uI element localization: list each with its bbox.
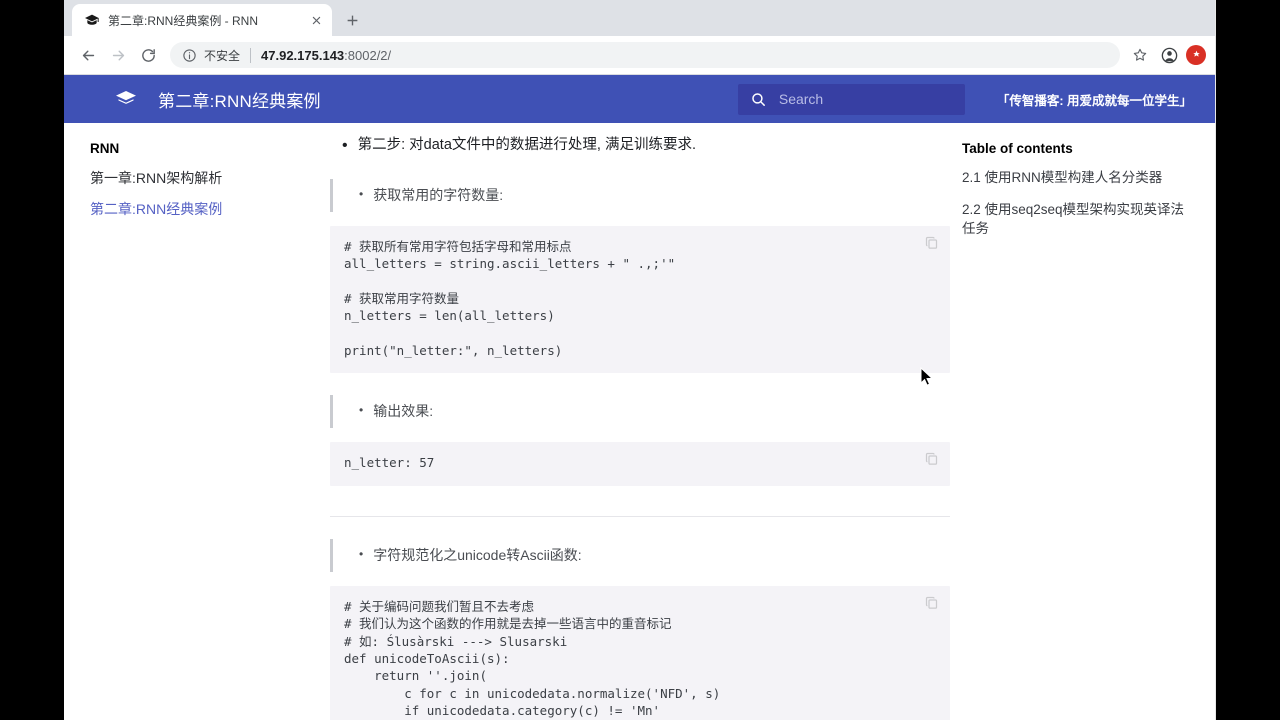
step-bullet-text: 第二步: 对data文件中的数据进行处理, 满足训练要求.: [357, 137, 696, 153]
site-header: 第二章:RNN经典案例 Search 「传智播客: 用爱成就每一位学生」: [64, 75, 1216, 123]
address-bar[interactable]: 不安全 47.92.175.143:8002/2/: [170, 42, 1120, 68]
reload-button[interactable]: [134, 41, 162, 69]
section-heading-2-row: • 输出效果:: [359, 401, 950, 422]
extension-icon[interactable]: [1186, 45, 1206, 65]
omnibox-divider: [250, 47, 252, 63]
profile-avatar-icon[interactable]: [1158, 44, 1180, 66]
section-divider: [330, 515, 950, 517]
close-icon[interactable]: [308, 12, 324, 28]
section-heading-3-row: • 字符规范化之unicode转Ascii函数:: [359, 545, 950, 566]
site-tagline: 「传智播客: 用爱成就每一位学生」: [996, 93, 1192, 108]
mkdocs-logo-icon[interactable]: [114, 87, 138, 111]
new-tab-button[interactable]: [338, 6, 366, 34]
screen: 第二章:RNN经典案例 - RNN 不安全 47.92.175.143:8002…: [0, 0, 1280, 720]
copy-icon[interactable]: [924, 595, 939, 610]
code-block-2: n_letter: 57: [330, 442, 950, 486]
section-heading-3: • 字符规范化之unicode转Ascii函数:: [330, 538, 950, 572]
section-heading-3-text: 字符规范化之unicode转Ascii函数:: [373, 546, 582, 563]
section-heading-1-row: • 获取常用的字符数量:: [359, 185, 950, 206]
header-right: Search 「传智播客: 用爱成就每一位学生」: [737, 83, 1202, 115]
bullet-dot: •: [342, 137, 348, 154]
code-block-1-text: # 获取所有常用字符包括字母和常用标点 all_letters = string…: [344, 238, 676, 358]
browser-toolbar: 不安全 47.92.175.143:8002/2/: [64, 36, 1216, 75]
page-body: RNN 第一章:RNN架构解析 第二章:RNN经典案例 • 第二步: 对data…: [64, 123, 1216, 720]
code-block-1: # 获取所有常用字符包括字母和常用标点 all_letters = string…: [330, 225, 950, 374]
toolbar-actions: [1128, 43, 1206, 67]
copy-icon[interactable]: [924, 451, 939, 466]
bullet-dot: •: [359, 186, 364, 201]
info-icon[interactable]: [182, 48, 197, 63]
search-placeholder: Search: [778, 91, 824, 107]
sidebar-title: RNN: [90, 141, 120, 156]
url-host: 47.92.175.143: [261, 47, 345, 63]
bullet-dot: •: [359, 546, 364, 561]
browser-window: 第二章:RNN经典案例 - RNN 不安全 47.92.175.143:8002…: [64, 0, 1216, 720]
bookmark-star-icon[interactable]: [1128, 43, 1152, 67]
forward-button[interactable]: [104, 41, 132, 69]
step-bullet: • 第二步: 对data文件中的数据进行处理, 满足训练要求.: [342, 135, 950, 157]
search-box[interactable]: Search: [737, 83, 965, 115]
toc-item-2-1[interactable]: 2.1 使用RNN模型构建人名分类器: [962, 168, 1192, 188]
sidebar-item-chapter2[interactable]: 第二章:RNN经典案例: [90, 200, 330, 218]
url-path: :8002/2/: [344, 47, 392, 63]
graduation-cap-favicon: [84, 12, 100, 28]
back-button[interactable]: [74, 41, 102, 69]
section-heading-2-text: 输出效果:: [373, 403, 434, 420]
code-block-3: # 关于编码问题我们暂且不去考虑 # 我们认为这个函数的作用就是去掉一些语言中的…: [330, 585, 950, 720]
table-of-contents: Table of contents 2.1 使用RNN模型构建人名分类器 2.2…: [950, 123, 1216, 720]
url-text: 47.92.175.143:8002/2/: [261, 48, 391, 63]
code-block-3-text: # 关于编码问题我们暂且不去考虑 # 我们认为这个函数的作用就是去掉一些语言中的…: [344, 598, 721, 718]
site-title: 第二章:RNN经典案例: [158, 91, 321, 111]
section-heading-2: • 输出效果:: [330, 395, 950, 429]
copy-icon[interactable]: [924, 235, 939, 250]
article: • 第二步: 对data文件中的数据进行处理, 满足训练要求. • 获取常用的字…: [330, 123, 950, 720]
security-status: 不安全: [204, 48, 241, 63]
main-content: • 第二步: 对data文件中的数据进行处理, 满足训练要求. • 获取常用的字…: [330, 123, 950, 720]
search-icon: [750, 91, 767, 108]
toc-title: Table of contents: [962, 141, 1073, 156]
tab-title: 第二章:RNN经典案例 - RNN: [108, 13, 258, 28]
toc-item-2-2[interactable]: 2.2 使用seq2seq模型架构实现英译法任务: [962, 200, 1192, 239]
code-block-2-text: n_letter: 57: [344, 455, 435, 471]
section-heading-1: • 获取常用的字符数量:: [330, 178, 950, 212]
section-heading-1-text: 获取常用的字符数量:: [373, 186, 504, 203]
browser-tab[interactable]: 第二章:RNN经典案例 - RNN: [72, 4, 332, 36]
mouse-pointer: [920, 366, 934, 387]
tab-strip: 第二章:RNN经典案例 - RNN: [64, 0, 1216, 36]
bullet-dot: •: [359, 403, 364, 418]
sidebar-nav: RNN 第一章:RNN架构解析 第二章:RNN经典案例: [64, 123, 330, 720]
window-edge: [1215, 0, 1216, 720]
sidebar-item-chapter1[interactable]: 第一章:RNN架构解析: [90, 169, 330, 187]
